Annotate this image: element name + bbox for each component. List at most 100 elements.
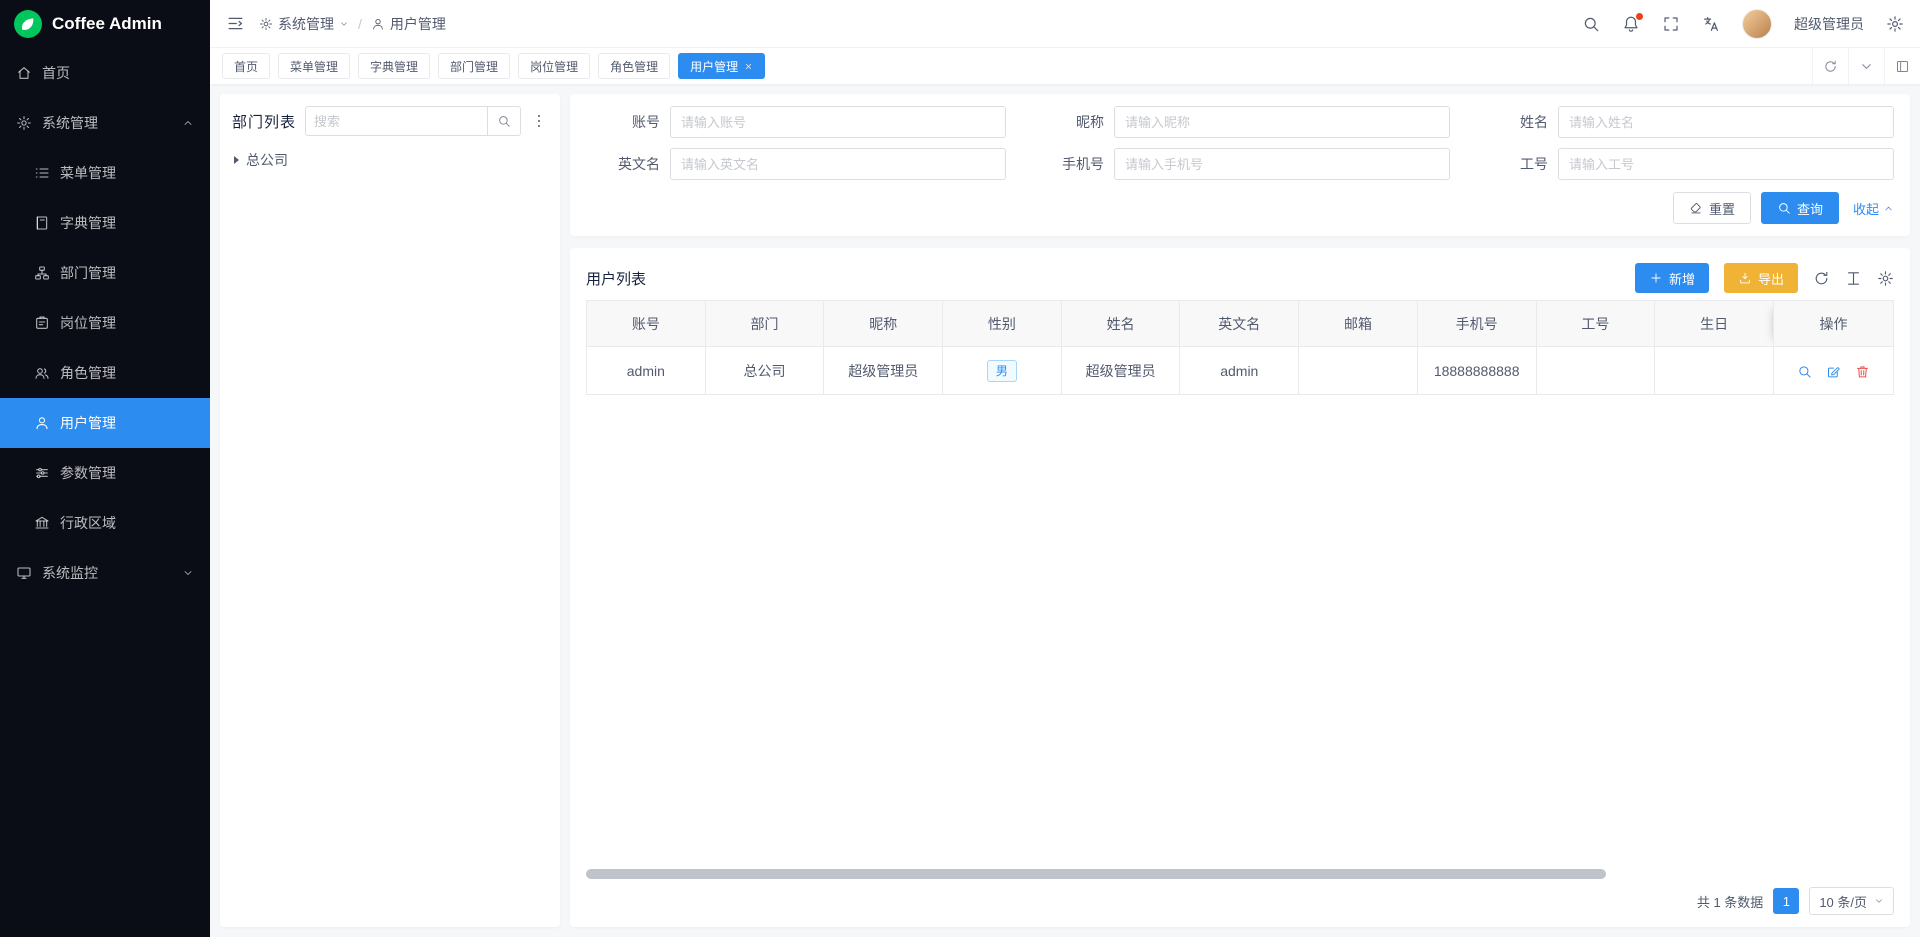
gender-tag: 男 bbox=[987, 360, 1017, 382]
username[interactable]: 超级管理员 bbox=[1794, 14, 1864, 34]
collapse-toggle[interactable]: 收起 bbox=[1853, 199, 1894, 218]
column-settings-gear-icon[interactable] bbox=[1877, 270, 1894, 287]
topbar: 系统管理 用户管理 超级管理员 bbox=[210, 0, 1920, 48]
export-button-label: 导出 bbox=[1758, 269, 1784, 288]
menu-fold-icon[interactable] bbox=[226, 14, 245, 33]
delete-icon[interactable] bbox=[1855, 364, 1870, 379]
sidebar-item-dict-mgmt[interactable]: 字典管理 bbox=[0, 198, 210, 248]
tabs-refresh-button[interactable] bbox=[1812, 48, 1848, 84]
tab-dept-mgmt[interactable]: 部门管理 bbox=[438, 53, 510, 79]
user-list-title: 用户列表 bbox=[586, 268, 646, 289]
cell-account: admin bbox=[587, 347, 706, 395]
breadcrumb-item-system[interactable]: 系统管理 bbox=[259, 14, 349, 34]
translate-icon[interactable] bbox=[1702, 15, 1720, 33]
sidebar-item-home[interactable]: 首页 bbox=[0, 48, 210, 98]
search-icon[interactable] bbox=[1582, 15, 1600, 33]
sidebar-item-user-mgmt[interactable]: 用户管理 bbox=[0, 398, 210, 448]
query-button-label: 查询 bbox=[1797, 199, 1823, 218]
add-button[interactable]: 新增 bbox=[1635, 263, 1709, 293]
reset-button[interactable]: 重置 bbox=[1673, 192, 1751, 224]
app-logo: Coffee Admin bbox=[0, 0, 210, 48]
notification-bell-button[interactable] bbox=[1622, 15, 1640, 33]
tab-home[interactable]: 首页 bbox=[222, 53, 270, 79]
app-title: Coffee Admin bbox=[52, 14, 162, 34]
tab-label: 字典管理 bbox=[370, 58, 418, 75]
tab-user-mgmt[interactable]: 用户管理 bbox=[678, 53, 765, 79]
avatar[interactable] bbox=[1742, 9, 1772, 39]
sidebar-item-param-mgmt[interactable]: 参数管理 bbox=[0, 448, 210, 498]
sidebar-item-region[interactable]: 行政区域 bbox=[0, 498, 210, 548]
gear-icon bbox=[259, 17, 273, 31]
name-input[interactable] bbox=[1558, 106, 1894, 138]
fullscreen-icon[interactable] bbox=[1662, 15, 1680, 33]
chevron-down-icon bbox=[182, 567, 194, 579]
breadcrumb-separator bbox=[358, 16, 362, 32]
bank-icon bbox=[34, 515, 50, 531]
sidebar-item-system-mgmt[interactable]: 系统管理 bbox=[0, 98, 210, 148]
nickname-input[interactable] bbox=[1114, 106, 1450, 138]
tab-post-mgmt[interactable]: 岗位管理 bbox=[518, 53, 590, 79]
view-icon[interactable] bbox=[1797, 364, 1812, 379]
download-icon bbox=[1738, 271, 1752, 285]
edit-icon[interactable] bbox=[1826, 364, 1841, 379]
tab-dict-mgmt[interactable]: 字典管理 bbox=[358, 53, 430, 79]
refresh-icon bbox=[1823, 59, 1838, 74]
sidebar-item-system-monitor[interactable]: 系统监控 bbox=[0, 548, 210, 598]
sidebar-item-menu-mgmt[interactable]: 菜单管理 bbox=[0, 148, 210, 198]
tree-node-head-office[interactable]: 总公司 bbox=[232, 148, 548, 170]
sidebar-submenu-system: 菜单管理 字典管理 部门管理 岗位管理 角色管理 bbox=[0, 148, 210, 548]
account-input[interactable] bbox=[670, 106, 1006, 138]
scrollbar-thumb[interactable] bbox=[586, 869, 1606, 879]
dept-search-input[interactable] bbox=[305, 106, 487, 136]
pagination-total: 共 1 条数据 bbox=[1697, 892, 1763, 911]
col-header-name: 姓名 bbox=[1061, 301, 1180, 347]
phone-input[interactable] bbox=[1114, 148, 1450, 180]
sidebar-item-label: 角色管理 bbox=[60, 363, 116, 383]
en-name-input[interactable] bbox=[670, 148, 1006, 180]
user-list-tools: 新增 导出 bbox=[1635, 263, 1894, 293]
field-work-no: 工号 bbox=[1474, 148, 1894, 180]
cell-email bbox=[1299, 347, 1418, 395]
query-button[interactable]: 查询 bbox=[1761, 192, 1839, 224]
field-label: 手机号 bbox=[1030, 154, 1114, 174]
dictionary-icon bbox=[34, 215, 50, 231]
field-label: 姓名 bbox=[1474, 112, 1558, 132]
app-root: Coffee Admin 首页 系统管理 菜单管理 字典管理 bbox=[0, 0, 1920, 937]
page-size-select[interactable]: 10 条/页 bbox=[1809, 887, 1894, 915]
tabbar: 首页 菜单管理 字典管理 部门管理 岗位管理 角色管理 用户管理 bbox=[210, 48, 1920, 84]
sidebar-item-dept-mgmt[interactable]: 部门管理 bbox=[0, 248, 210, 298]
tab-label: 菜单管理 bbox=[290, 58, 338, 75]
row-height-icon[interactable] bbox=[1845, 270, 1862, 287]
field-en-name: 英文名 bbox=[586, 148, 1006, 180]
tab-role-mgmt[interactable]: 角色管理 bbox=[598, 53, 670, 79]
work-no-input[interactable] bbox=[1558, 148, 1894, 180]
col-header-work-no: 工号 bbox=[1536, 301, 1655, 347]
tab-menu-mgmt[interactable]: 菜单管理 bbox=[278, 53, 350, 79]
sidebar-item-label: 部门管理 bbox=[60, 263, 116, 283]
dept-search-button[interactable] bbox=[487, 106, 521, 136]
layout-icon bbox=[1895, 59, 1910, 74]
cell-en-name: admin bbox=[1180, 347, 1299, 395]
pagination-page-1[interactable]: 1 bbox=[1773, 888, 1799, 914]
dept-more-button[interactable] bbox=[530, 113, 548, 129]
sidebar: Coffee Admin 首页 系统管理 菜单管理 字典管理 bbox=[0, 0, 210, 937]
notification-dot bbox=[1636, 13, 1643, 20]
sidebar-item-post-mgmt[interactable]: 岗位管理 bbox=[0, 298, 210, 348]
caret-right-icon[interactable] bbox=[234, 156, 239, 164]
sidebar-item-label: 首页 bbox=[42, 63, 70, 83]
tab-label: 部门管理 bbox=[450, 58, 498, 75]
settings-gear-icon[interactable] bbox=[1886, 15, 1904, 33]
content: 部门列表 总公司 bbox=[210, 84, 1920, 937]
refresh-icon[interactable] bbox=[1813, 270, 1830, 287]
close-icon[interactable] bbox=[744, 62, 753, 71]
breadcrumb-label: 用户管理 bbox=[390, 14, 446, 34]
col-header-dept: 部门 bbox=[705, 301, 824, 347]
tabs-layout-button[interactable] bbox=[1884, 48, 1920, 84]
tab-label: 用户管理 bbox=[690, 58, 738, 75]
tabs-dropdown-button[interactable] bbox=[1848, 48, 1884, 84]
coffee-logo-icon bbox=[14, 10, 42, 38]
filter-form: 账号 昵称 姓名 英文名 bbox=[586, 106, 1894, 180]
user-icon bbox=[371, 17, 385, 31]
export-button[interactable]: 导出 bbox=[1724, 263, 1798, 293]
sidebar-item-role-mgmt[interactable]: 角色管理 bbox=[0, 348, 210, 398]
